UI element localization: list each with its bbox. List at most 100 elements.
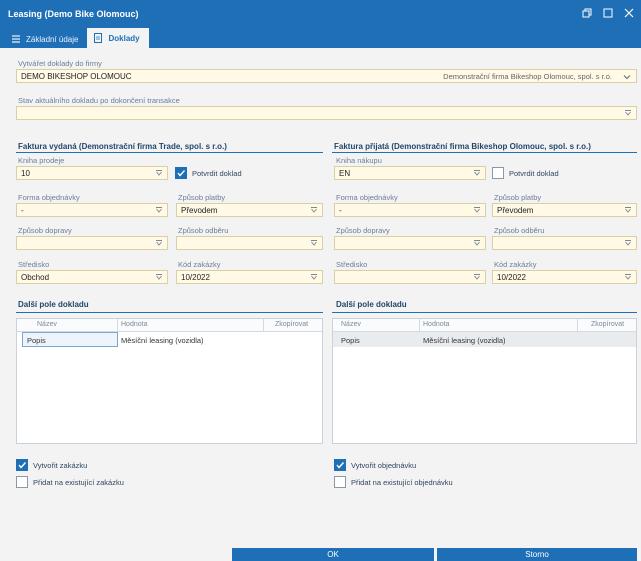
- list-icon: [12, 35, 20, 43]
- right-order-code-value: 10/2022: [497, 272, 526, 282]
- dropdown-icon: [156, 170, 162, 176]
- grid-header: Název Hodnota Zkopírovat: [17, 319, 322, 332]
- dropdown-icon: [474, 240, 480, 246]
- company-extra: Demonstrační firma Bikeshop Olomouc, spo…: [443, 71, 612, 81]
- dropdown-icon: [311, 240, 317, 246]
- ok-button[interactable]: OK: [232, 548, 434, 561]
- right-payment-label: Způsob platby: [494, 193, 542, 202]
- left-payment-value: Převodem: [181, 205, 218, 215]
- cancel-button[interactable]: Storno: [437, 548, 637, 561]
- right-section-divider: [332, 152, 637, 153]
- right-transport-select[interactable]: [334, 236, 486, 250]
- document-icon: [94, 33, 103, 43]
- left-order-code-select[interactable]: 10/2022: [176, 270, 323, 284]
- dropdown-icon: [474, 274, 480, 280]
- window-title: Leasing (Demo Bike Olomouc): [8, 9, 139, 19]
- left-order-form-value: -: [21, 205, 24, 215]
- company-select[interactable]: DEMO BIKESHOP OLOMOUC Demonstrační firma…: [16, 69, 637, 83]
- dropdown-icon: [625, 110, 631, 116]
- left-payment-select[interactable]: Převodem: [176, 203, 323, 217]
- chevron-down-icon: [623, 75, 631, 80]
- table-row[interactable]: Popis Měsíční leasing (vozidla): [17, 332, 322, 347]
- dropdown-icon: [625, 274, 631, 280]
- right-section-title: Faktura přijatá (Demonstrační firma Bike…: [334, 142, 591, 151]
- right-payment-select[interactable]: Převodem: [492, 203, 637, 217]
- dropdown-icon: [474, 207, 480, 213]
- table-cell-value: Měsíční leasing (vozidla): [121, 336, 204, 345]
- right-fields-title: Další pole dokladu: [336, 300, 407, 309]
- close-icon[interactable]: [623, 7, 635, 19]
- left-center-label: Středisko: [18, 260, 50, 269]
- tab-basic-info-label: Základní údaje: [26, 34, 79, 44]
- tab-bar: Základní údaje Doklady: [0, 28, 641, 48]
- left-payment-label: Způsob platby: [178, 193, 226, 202]
- state-select[interactable]: [16, 106, 637, 120]
- left-center-select[interactable]: Obchod: [16, 270, 168, 284]
- right-center-select[interactable]: [334, 270, 486, 284]
- left-section-title: Faktura vydaná (Demonstrační firma Trade…: [18, 142, 227, 151]
- left-pickup-select[interactable]: [176, 236, 323, 250]
- grid-col-separator: [419, 319, 420, 332]
- left-section-divider: [16, 152, 323, 153]
- dropdown-icon: [156, 274, 162, 280]
- company-label: Vytvářet doklady do firmy: [18, 59, 102, 68]
- grid-col-name: Název: [37, 321, 57, 328]
- left-transport-label: Způsob dopravy: [18, 226, 72, 235]
- table-cell-value: Měsíční leasing (vozidla): [423, 336, 506, 345]
- dropdown-icon: [156, 207, 162, 213]
- left-confirm-checkbox[interactable]: [175, 167, 187, 179]
- right-center-label: Středisko: [336, 260, 368, 269]
- left-book-label: Kniha prodeje: [18, 156, 65, 165]
- table-cell-name: Popis: [341, 336, 360, 345]
- right-order-form-label: Forma objednávky: [336, 193, 398, 202]
- right-confirm-checkbox[interactable]: [492, 167, 504, 179]
- company-value: DEMO BIKESHOP OLOMOUC: [21, 71, 132, 81]
- dropdown-icon: [625, 207, 631, 213]
- right-book-select[interactable]: EN: [334, 166, 486, 180]
- left-pickup-label: Způsob odběru: [178, 226, 229, 235]
- restore-icon[interactable]: [581, 7, 593, 19]
- left-create-checkbox[interactable]: [16, 459, 28, 471]
- left-transport-select[interactable]: [16, 236, 168, 250]
- left-add-checkbox[interactable]: [16, 476, 28, 488]
- window-controls: [581, 7, 635, 19]
- right-pickup-select[interactable]: [492, 236, 637, 250]
- tab-documents-label: Doklady: [108, 33, 140, 43]
- grid-col-separator: [577, 319, 578, 332]
- dropdown-icon: [474, 170, 480, 176]
- table-row[interactable]: Popis Měsíční leasing (vozidla): [333, 332, 636, 347]
- checkmark-icon: [336, 462, 345, 469]
- right-book-label: Kniha nákupu: [336, 156, 382, 165]
- grid-col-name: Název: [341, 321, 361, 328]
- grid-col-separator: [263, 319, 264, 332]
- dropdown-icon: [311, 274, 317, 280]
- left-book-value: 10: [21, 168, 30, 178]
- left-fields-grid[interactable]: Název Hodnota Zkopírovat Popis Měsíční l…: [16, 318, 323, 444]
- right-add-checkbox[interactable]: [334, 476, 346, 488]
- maximize-icon[interactable]: [602, 7, 614, 19]
- right-fields-divider: [332, 312, 637, 313]
- right-order-code-select[interactable]: 10/2022: [492, 270, 637, 284]
- dropdown-icon: [311, 207, 317, 213]
- left-book-select[interactable]: 10: [16, 166, 168, 180]
- tab-basic-info[interactable]: Základní údaje: [5, 30, 87, 48]
- left-order-form-label: Forma objednávky: [18, 193, 80, 202]
- left-order-code-label: Kód zakázky: [178, 260, 221, 269]
- right-create-checkbox[interactable]: [334, 459, 346, 471]
- grid-col-separator: [117, 319, 118, 332]
- title-bar: Leasing (Demo Bike Olomouc): [0, 0, 641, 28]
- right-create-label: Vytvořit objednávku: [351, 461, 417, 470]
- right-order-form-select[interactable]: -: [334, 203, 486, 217]
- dropdown-icon: [156, 240, 162, 246]
- left-confirm-label: Potvrdit doklad: [192, 169, 242, 178]
- checkmark-icon: [177, 170, 186, 177]
- left-order-form-select[interactable]: -: [16, 203, 168, 217]
- grid-col-value: Hodnota: [423, 321, 450, 328]
- left-fields-title: Další pole dokladu: [18, 300, 89, 309]
- grid-header: Název Hodnota Zkopírovat: [333, 319, 636, 332]
- right-payment-value: Převodem: [497, 205, 534, 215]
- right-fields-grid[interactable]: Název Hodnota Zkopírovat Popis Měsíční l…: [332, 318, 637, 444]
- right-order-form-value: -: [339, 205, 342, 215]
- tab-documents[interactable]: Doklady: [87, 28, 149, 48]
- grid-col-copy: Zkopírovat: [591, 321, 625, 328]
